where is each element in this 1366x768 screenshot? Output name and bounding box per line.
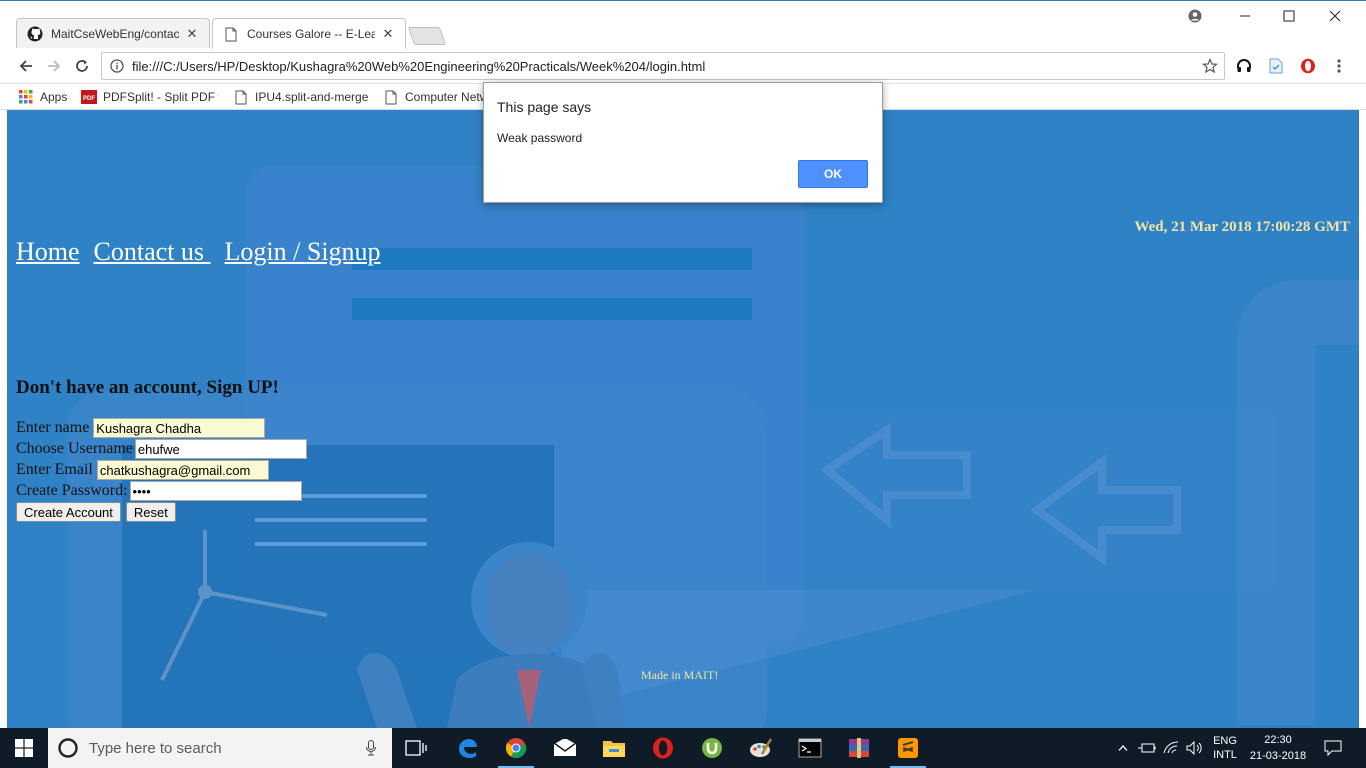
reset-button[interactable]: Reset	[125, 502, 176, 522]
dialog-message: Weak password	[497, 131, 583, 145]
cortana-icon	[58, 738, 78, 758]
battery-plug-icon[interactable]	[1136, 728, 1158, 768]
taskbar-search[interactable]: Type here to search	[48, 728, 392, 768]
site-nav: Home Contact us Login / Signup	[16, 237, 395, 267]
opera-extension-icon[interactable]	[1297, 55, 1319, 77]
pdf-icon: PDF	[81, 89, 97, 105]
back-button[interactable]	[14, 54, 38, 78]
form-buttons: Create Account Reset	[16, 502, 176, 522]
winrar-icon[interactable]	[835, 728, 883, 768]
svg-text:PDF: PDF	[83, 96, 95, 102]
lang-line1: ENG	[1213, 735, 1237, 747]
paint-icon[interactable]	[737, 728, 785, 768]
bookmark-label: PDFSplit! - Split PDF f	[103, 90, 219, 104]
dialog-title: This page says	[497, 99, 592, 115]
bookmark-pdfsplit[interactable]: PDF PDFSplit! - Split PDF f	[81, 88, 219, 106]
volume-icon[interactable]	[1184, 728, 1206, 768]
page-icon	[233, 89, 249, 105]
maximize-button[interactable]	[1266, 3, 1312, 29]
tab-courses-galore[interactable]: Courses Galore -- E-Lear ✕	[212, 18, 406, 49]
chrome-menu-icon[interactable]	[1328, 55, 1350, 77]
mail-icon[interactable]	[541, 728, 589, 768]
nav-link-contact[interactable]: Contact us	[94, 237, 211, 266]
username-row: Choose Username	[16, 439, 307, 459]
email-input[interactable]	[96, 460, 269, 480]
clock-time: 22:30	[1264, 734, 1292, 746]
lang-line2: INTL	[1213, 749, 1237, 761]
tab-github[interactable]: MaitCseWebEng/contact ✕	[16, 18, 210, 49]
sublime-icon[interactable]	[884, 728, 932, 768]
bookmark-label: IPU4.split-and-merge	[255, 90, 369, 104]
wifi-icon[interactable]	[1160, 728, 1182, 768]
bookmark-ipu4[interactable]: IPU4.split-and-merge	[233, 88, 369, 106]
close-window-button[interactable]	[1312, 3, 1358, 29]
clock-date: 21-03-2018	[1249, 750, 1307, 762]
profile-icon[interactable]	[1172, 3, 1218, 29]
utorrent-icon[interactable]	[688, 728, 736, 768]
footer-text: Made in MAIT!	[641, 668, 719, 682]
info-icon[interactable]	[102, 59, 132, 73]
bookmark-label: Apps	[40, 90, 68, 104]
reload-button[interactable]	[70, 54, 94, 78]
nav-link-home[interactable]: Home	[16, 237, 80, 266]
close-icon[interactable]: ✕	[381, 26, 395, 42]
tray-chevron-icon[interactable]	[1112, 728, 1134, 768]
document-extension-icon[interactable]	[1265, 55, 1287, 77]
address-bar[interactable]: file:///C:/Users/HP/Desktop/Kushagra%20W…	[101, 52, 1225, 80]
microphone-icon[interactable]	[366, 740, 376, 756]
bookmark-computer-networks[interactable]: Computer Netw	[383, 88, 483, 106]
tab-title: MaitCseWebEng/contact	[51, 27, 179, 41]
password-input[interactable]	[129, 481, 302, 501]
tab-title: Courses Galore -- E-Lear	[247, 27, 375, 41]
headphones-extension-icon[interactable]	[1233, 55, 1255, 77]
tab-strip: MaitCseWebEng/contact ✕ Courses Galore -…	[0, 0, 1366, 49]
cmd-icon[interactable]	[786, 728, 834, 768]
name-input[interactable]	[93, 418, 266, 438]
page-icon	[383, 89, 399, 105]
chrome-icon[interactable]	[492, 728, 540, 768]
create-account-button[interactable]: Create Account	[16, 502, 121, 522]
new-tab-button[interactable]	[407, 27, 447, 45]
system-clock[interactable]: 22:30 21-03-2018	[1244, 728, 1312, 768]
url-text: file:///C:/Users/HP/Desktop/Kushagra%20W…	[132, 58, 706, 74]
github-icon	[27, 26, 43, 42]
password-row: Create Password:	[16, 481, 302, 501]
windows-logo-icon	[15, 739, 33, 757]
bookmark-label: Computer Netw	[405, 90, 483, 104]
ok-button[interactable]: OK	[798, 160, 868, 188]
bookmark-star-icon[interactable]	[1201, 57, 1219, 79]
apps-grid-icon	[18, 89, 34, 105]
datetime-display: Wed, 21 Mar 2018 17:00:28 GMT	[1134, 219, 1350, 235]
minimize-button[interactable]	[1222, 3, 1268, 29]
search-placeholder: Type here to search	[89, 739, 222, 757]
start-button[interactable]	[0, 728, 48, 768]
name-row: Enter name	[16, 418, 266, 438]
password-label: Create Password:	[16, 482, 128, 499]
forward-button[interactable]	[42, 54, 66, 78]
name-label: Enter name	[16, 419, 90, 436]
page-icon	[223, 26, 239, 42]
bookmark-apps[interactable]: Apps	[18, 88, 78, 106]
username-input[interactable]	[134, 439, 307, 459]
username-label: Choose Username	[16, 440, 133, 457]
file-explorer-icon[interactable]	[590, 728, 638, 768]
signup-heading: Don't have an account, Sign UP!	[16, 377, 279, 398]
nav-link-login-signup[interactable]: Login / Signup	[225, 237, 381, 266]
input-language[interactable]: ENG INTL	[1206, 728, 1244, 768]
opera-icon[interactable]	[639, 728, 687, 768]
task-view-icon[interactable]	[392, 728, 440, 768]
email-label: Enter Email	[16, 461, 93, 478]
browser-toolbar: file:///C:/Users/HP/Desktop/Kushagra%20W…	[0, 48, 1366, 84]
windows-taskbar: Type here to search ENG INTL 22:30 21-03…	[0, 728, 1366, 768]
edge-icon[interactable]	[443, 728, 491, 768]
notifications-icon[interactable]	[1318, 728, 1348, 768]
close-icon[interactable]: ✕	[185, 26, 199, 42]
alert-dialog: This page says Weak password OK	[483, 82, 883, 203]
email-row: Enter Email	[16, 460, 269, 480]
